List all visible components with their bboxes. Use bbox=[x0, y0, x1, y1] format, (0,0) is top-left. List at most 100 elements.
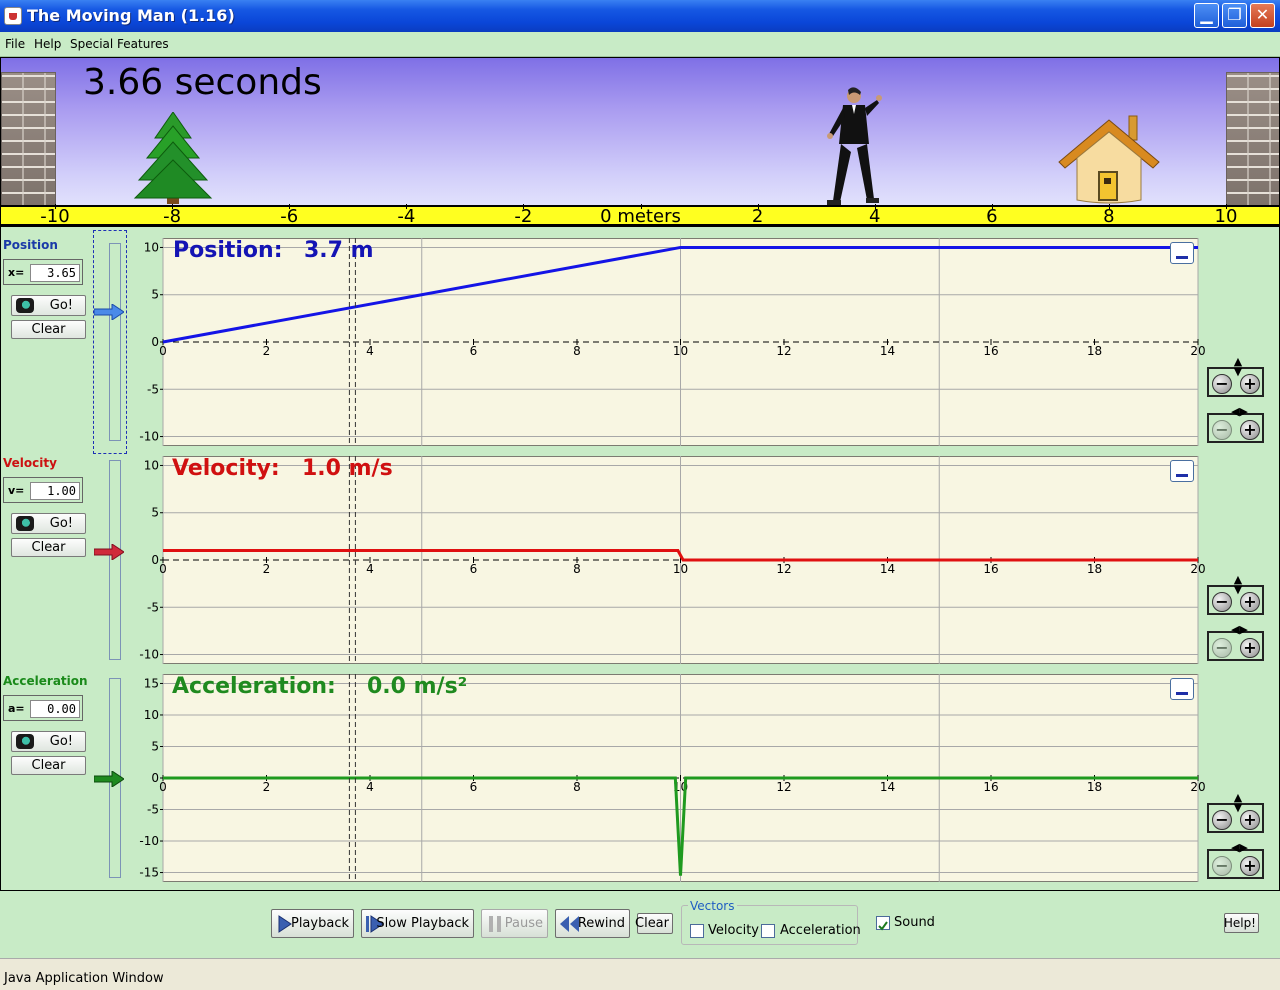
position-minimize-graph-button[interactable] bbox=[1170, 242, 1194, 264]
ruler-tick-label: 2 bbox=[751, 206, 764, 227]
zoom-in-icon[interactable]: + bbox=[1240, 810, 1260, 830]
x-tick-label: 4 bbox=[366, 344, 374, 358]
x-tick-label: 0 bbox=[159, 562, 167, 576]
menu-file[interactable]: File bbox=[5, 37, 25, 51]
ruler-tick-label: -10 bbox=[40, 206, 70, 227]
right-brick-wall bbox=[1226, 72, 1279, 206]
position-graph[interactable]: -10 -5 0 5 10 0 2 4 6 8 10 12 14 16 18 20 bbox=[135, 238, 1205, 446]
velocity-horizontal-zoom: ◀▶ − + bbox=[1207, 624, 1264, 661]
zoom-out-icon[interactable]: − bbox=[1212, 856, 1232, 876]
close-button[interactable]: ✕ bbox=[1250, 3, 1275, 28]
pause-button[interactable]: Pause bbox=[481, 909, 548, 938]
zoom-in-icon[interactable]: + bbox=[1240, 856, 1260, 876]
position-slider-track[interactable] bbox=[109, 243, 121, 441]
maximize-button[interactable]: ❐ bbox=[1222, 3, 1247, 28]
zoom-out-icon[interactable]: − bbox=[1212, 420, 1232, 440]
y-tick-label: 5 bbox=[151, 288, 159, 302]
minimize-button[interactable]: ▁ bbox=[1194, 3, 1219, 28]
x-tick-label: 18 bbox=[1087, 344, 1102, 358]
ruler-tick-label: 8 bbox=[1103, 206, 1115, 227]
zoom-in-icon[interactable]: + bbox=[1240, 638, 1260, 658]
velocity-minimize-graph-button[interactable] bbox=[1170, 460, 1194, 482]
position-value-box: x= 3.65 bbox=[3, 259, 83, 285]
rewind-button[interactable]: Rewind bbox=[555, 909, 630, 938]
playback-clear-label: Clear bbox=[635, 916, 669, 931]
zoom-out-icon[interactable]: − bbox=[1212, 810, 1232, 830]
y-tick-label: 10 bbox=[144, 458, 159, 472]
playback-button[interactable]: Playback bbox=[271, 909, 354, 938]
go-icon bbox=[16, 734, 34, 749]
y-tick-label: -5 bbox=[147, 803, 159, 817]
position-go-label: Go! bbox=[49, 298, 73, 313]
time-readout: 3.66 seconds bbox=[83, 62, 322, 103]
x-tick-label: 2 bbox=[263, 344, 271, 358]
zoom-in-icon[interactable]: + bbox=[1240, 420, 1260, 440]
sound-checkbox[interactable] bbox=[876, 916, 890, 931]
menu-bar: File Help Special Features bbox=[0, 32, 1280, 57]
velocity-var-label: v= bbox=[8, 484, 25, 497]
zoom-out-icon[interactable]: − bbox=[1212, 592, 1232, 612]
acceleration-section-label: Acceleration bbox=[3, 674, 88, 688]
acceleration-vertical-zoom: ▲ ▼ − + bbox=[1207, 792, 1264, 833]
position-readout-name: Position: bbox=[173, 238, 283, 263]
status-bar: Java Application Window bbox=[0, 958, 1280, 990]
menu-help[interactable]: Help bbox=[34, 37, 61, 51]
velocity-go-label: Go! bbox=[49, 516, 73, 531]
acceleration-graph[interactable]: -15-10-50510150 2 4 6 8 10 12 14 16 18 20 bbox=[135, 674, 1205, 882]
acceleration-minimize-graph-button[interactable] bbox=[1170, 678, 1194, 700]
position-clear-button[interactable]: Clear bbox=[11, 320, 86, 339]
java-app-icon bbox=[4, 7, 22, 25]
window-title: The Moving Man (1.16) bbox=[27, 6, 235, 25]
y-tick-label: 0 bbox=[151, 553, 159, 567]
acceleration-go-button[interactable]: Go! bbox=[11, 731, 86, 752]
acceleration-clear-button[interactable]: Clear bbox=[11, 756, 86, 775]
acceleration-input[interactable]: 0.00 bbox=[30, 700, 80, 718]
x-tick-label: 12 bbox=[776, 780, 791, 794]
acceleration-vector-label: Acceleration bbox=[780, 923, 861, 938]
zoom-in-icon[interactable]: + bbox=[1240, 374, 1260, 394]
acceleration-slider-arrow-icon[interactable] bbox=[94, 771, 124, 787]
y-tick-label: 5 bbox=[151, 506, 159, 520]
slow-playback-label: Slow Playback bbox=[376, 916, 469, 931]
zoom-out-icon[interactable]: − bbox=[1212, 638, 1232, 658]
velocity-slider-track[interactable] bbox=[109, 460, 121, 660]
x-tick-label: 12 bbox=[776, 562, 791, 576]
velocity-vector-checkbox[interactable] bbox=[690, 924, 704, 938]
zoom-out-icon[interactable]: − bbox=[1212, 374, 1232, 394]
velocity-slider-arrow-icon[interactable] bbox=[94, 544, 124, 560]
position-var-label: x= bbox=[8, 266, 25, 279]
ruler-tick-label: -2 bbox=[514, 206, 533, 227]
checkmark-icon bbox=[878, 921, 888, 931]
position-go-button[interactable]: Go! bbox=[11, 295, 86, 316]
x-tick-label: 6 bbox=[470, 562, 478, 576]
x-tick-label: 6 bbox=[470, 780, 478, 794]
slow-playback-button[interactable]: Slow Playback bbox=[361, 909, 474, 938]
menu-special-features[interactable]: Special Features bbox=[70, 37, 169, 51]
x-tick-label: 18 bbox=[1087, 780, 1102, 794]
velocity-clear-button[interactable]: Clear bbox=[11, 538, 86, 557]
x-tick-label: 20 bbox=[1190, 780, 1205, 794]
playback-clear-button[interactable]: Clear bbox=[635, 913, 673, 934]
y-tick-label: -15 bbox=[139, 866, 159, 880]
velocity-input[interactable]: 1.00 bbox=[30, 482, 80, 500]
moving-man[interactable] bbox=[823, 86, 885, 208]
help-label: Help! bbox=[1223, 916, 1256, 930]
acceleration-vector-checkbox[interactable] bbox=[761, 924, 775, 938]
velocity-go-button[interactable]: Go! bbox=[11, 513, 86, 534]
position-input[interactable]: 3.65 bbox=[30, 264, 80, 282]
help-button[interactable]: Help! bbox=[1224, 913, 1259, 933]
velocity-vertical-zoom: ▲ ▼ − + bbox=[1207, 574, 1264, 615]
status-text: Java Application Window bbox=[4, 971, 164, 986]
position-readout-value: 3.7 m bbox=[304, 238, 374, 263]
x-tick-label: 0 bbox=[159, 344, 167, 358]
ruler-tick-label: 10 bbox=[1214, 206, 1238, 227]
walkway-scene: 3.66 seconds -10 -8 -6 -4 -2 0 meters 2 4 6 8 10 bbox=[0, 57, 1280, 227]
ruler-tick-label: 0 meters bbox=[600, 206, 681, 227]
velocity-value-box: v= 1.00 bbox=[3, 477, 83, 503]
x-tick-label: 16 bbox=[983, 562, 998, 576]
zoom-in-icon[interactable]: + bbox=[1240, 592, 1260, 612]
position-slider-arrow-icon[interactable] bbox=[94, 304, 124, 320]
velocity-graph[interactable]: -10 -5 0 5 10 0 2 4 6 8 10 12 14 16 18 20 bbox=[135, 456, 1205, 664]
x-tick-label: 4 bbox=[366, 562, 374, 576]
go-icon bbox=[16, 298, 34, 313]
